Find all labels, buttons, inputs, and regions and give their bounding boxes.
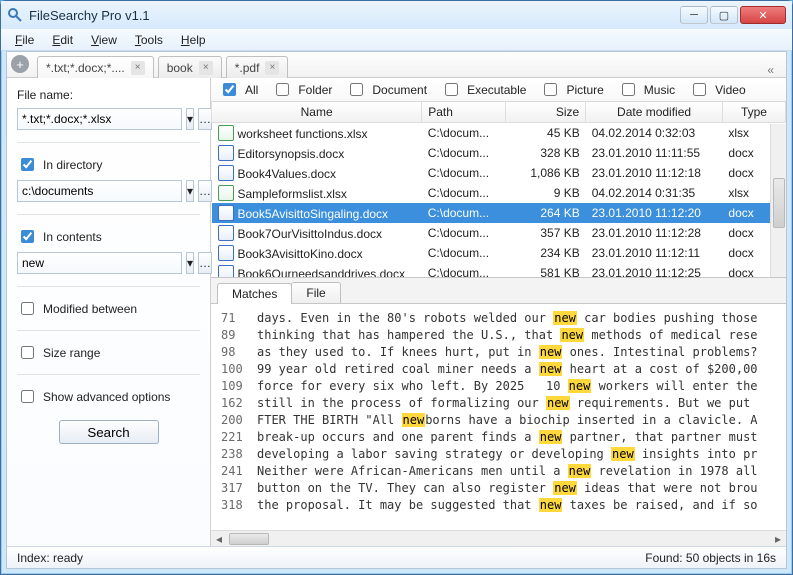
status-right: Found: 50 objects in 16s — [645, 551, 776, 565]
search-tab-2[interactable]: *.pdf × — [226, 56, 289, 78]
directory-dropdown-button[interactable]: ▾ — [186, 180, 194, 202]
menu-edit[interactable]: Edit — [44, 31, 81, 49]
tab-label: *.pdf — [235, 61, 260, 75]
maximize-button[interactable]: ▢ — [710, 6, 738, 24]
table-row[interactable]: Sampleformslist.xlsxC:\docum...9 KB04.02… — [212, 183, 786, 203]
in-directory-label: In directory — [43, 158, 102, 172]
preview-line: 238developing a labor saving strategy or… — [221, 446, 786, 463]
add-tab-button[interactable]: + — [11, 55, 29, 73]
preview-line: 162still in the process of formalizing o… — [221, 395, 786, 412]
window-title: FileSearchy Pro v1.1 — [29, 8, 680, 23]
tab-close-icon[interactable]: × — [265, 61, 279, 75]
menu-file[interactable]: File — [7, 31, 42, 49]
filter-label: Music — [644, 83, 675, 97]
preview-line: 89thinking that has hampered the U.S., t… — [221, 327, 786, 344]
column-header-size[interactable]: Size — [506, 102, 586, 123]
filter-music[interactable]: Music — [618, 80, 675, 99]
filter-video[interactable]: Video — [689, 80, 745, 99]
search-tab-1[interactable]: book × — [158, 56, 222, 78]
results-scrollbar[interactable] — [770, 124, 786, 277]
advanced-options-label: Show advanced options — [43, 390, 170, 404]
xlsx-file-icon — [218, 125, 234, 141]
docx-file-icon — [218, 225, 234, 241]
filter-picture[interactable]: Picture — [540, 80, 603, 99]
preview-line: 10099 year old retired coal miner needs … — [221, 361, 786, 378]
docx-file-icon — [218, 265, 234, 278]
menu-tools[interactable]: Tools — [127, 31, 171, 49]
column-header-name[interactable]: Name — [212, 102, 422, 123]
filter-label: Document — [372, 83, 427, 97]
filter-all[interactable]: All — [219, 80, 258, 99]
docx-file-icon — [218, 205, 234, 221]
collapse-sidebar-button[interactable]: « — [759, 63, 782, 77]
docx-file-icon — [218, 245, 234, 261]
tab-label: book — [167, 61, 193, 75]
menu-help[interactable]: Help — [173, 31, 214, 49]
preview-tab-file[interactable]: File — [291, 282, 340, 303]
filter-label: Picture — [566, 83, 603, 97]
table-row[interactable]: Book5AvisittoSingaling.docxC:\docum...26… — [212, 203, 786, 223]
modified-between-label: Modified between — [43, 302, 137, 316]
filter-label: Executable — [467, 83, 526, 97]
app-icon — [7, 7, 23, 23]
tab-label: *.txt;*.docx;*.... — [46, 61, 125, 75]
filter-label: All — [245, 83, 258, 97]
contents-options-button[interactable]: … — [198, 252, 212, 274]
modified-between-checkbox[interactable] — [21, 302, 34, 315]
menu-view[interactable]: View — [83, 31, 125, 49]
filter-label: Video — [715, 83, 745, 97]
directory-input[interactable] — [17, 180, 182, 202]
filename-input[interactable] — [17, 108, 182, 130]
filter-folder[interactable]: Folder — [272, 80, 332, 99]
tab-close-icon[interactable]: × — [199, 61, 213, 75]
table-row[interactable]: Book3AvisittoKino.docxC:\docum...234 KB2… — [212, 243, 786, 263]
tab-close-icon[interactable]: × — [131, 61, 145, 75]
in-contents-label: In contents — [43, 230, 102, 244]
table-row[interactable]: worksheet functions.xlsxC:\docum...45 KB… — [212, 123, 786, 144]
contents-dropdown-button[interactable]: ▾ — [186, 252, 194, 274]
preview-line: 241Neither were African-Americans men un… — [221, 463, 786, 480]
search-tab-0[interactable]: *.txt;*.docx;*.... × — [37, 56, 154, 78]
preview-line: 318the proposal. It may be suggested tha… — [221, 497, 786, 514]
in-directory-checkbox[interactable] — [21, 158, 34, 171]
preview-line: 317button on the TV. They can also regis… — [221, 480, 786, 497]
table-row[interactable]: Book6Ourneedsanddrives.docxC:\docum...58… — [212, 263, 786, 278]
minimize-button[interactable]: ─ — [680, 6, 708, 24]
column-header-path[interactable]: Path — [422, 102, 506, 123]
docx-file-icon — [218, 165, 234, 181]
preview-tab-matches[interactable]: Matches — [217, 283, 292, 304]
size-range-label: Size range — [43, 346, 100, 360]
table-row[interactable]: Book4Values.docxC:\docum...1,086 KB23.01… — [212, 163, 786, 183]
column-header-type[interactable]: Type — [722, 102, 785, 123]
contents-input[interactable] — [17, 252, 182, 274]
filter-label: Folder — [298, 83, 332, 97]
advanced-options-checkbox[interactable] — [21, 390, 34, 403]
status-left: Index: ready — [17, 551, 83, 565]
filename-label: File name: — [17, 88, 200, 102]
directory-browse-button[interactable]: … — [198, 180, 212, 202]
table-row[interactable]: Editorsynopsis.docxC:\docum...328 KB23.0… — [212, 143, 786, 163]
preview-horizontal-scrollbar[interactable]: ◂▸ — [211, 530, 786, 546]
preview-line: 109force for every six who left. By 2025… — [221, 378, 786, 395]
preview-pane: 71days. Even in the 80's robots welded o… — [211, 304, 786, 530]
close-button[interactable]: ✕ — [740, 6, 786, 24]
filter-executable[interactable]: Executable — [441, 80, 526, 99]
xlsx-file-icon — [218, 185, 234, 201]
preview-line: 71days. Even in the 80's robots welded o… — [221, 310, 786, 327]
preview-line: 221break-up occurs and one parent finds … — [221, 429, 786, 446]
filter-document[interactable]: Document — [346, 80, 427, 99]
size-range-checkbox[interactable] — [21, 346, 34, 359]
table-row[interactable]: Book7OurVisittoIndus.docxC:\docum...357 … — [212, 223, 786, 243]
filename-browse-button[interactable]: … — [198, 108, 212, 130]
search-button[interactable]: Search — [59, 420, 159, 444]
column-header-date-modified[interactable]: Date modified — [586, 102, 723, 123]
preview-line: 98as they used to. If knees hurt, put in… — [221, 344, 786, 361]
preview-line: 200FTER THE BIRTH "All newborns have a b… — [221, 412, 786, 429]
docx-file-icon — [218, 145, 234, 161]
in-contents-checkbox[interactable] — [21, 230, 34, 243]
filename-dropdown-button[interactable]: ▾ — [186, 108, 194, 130]
